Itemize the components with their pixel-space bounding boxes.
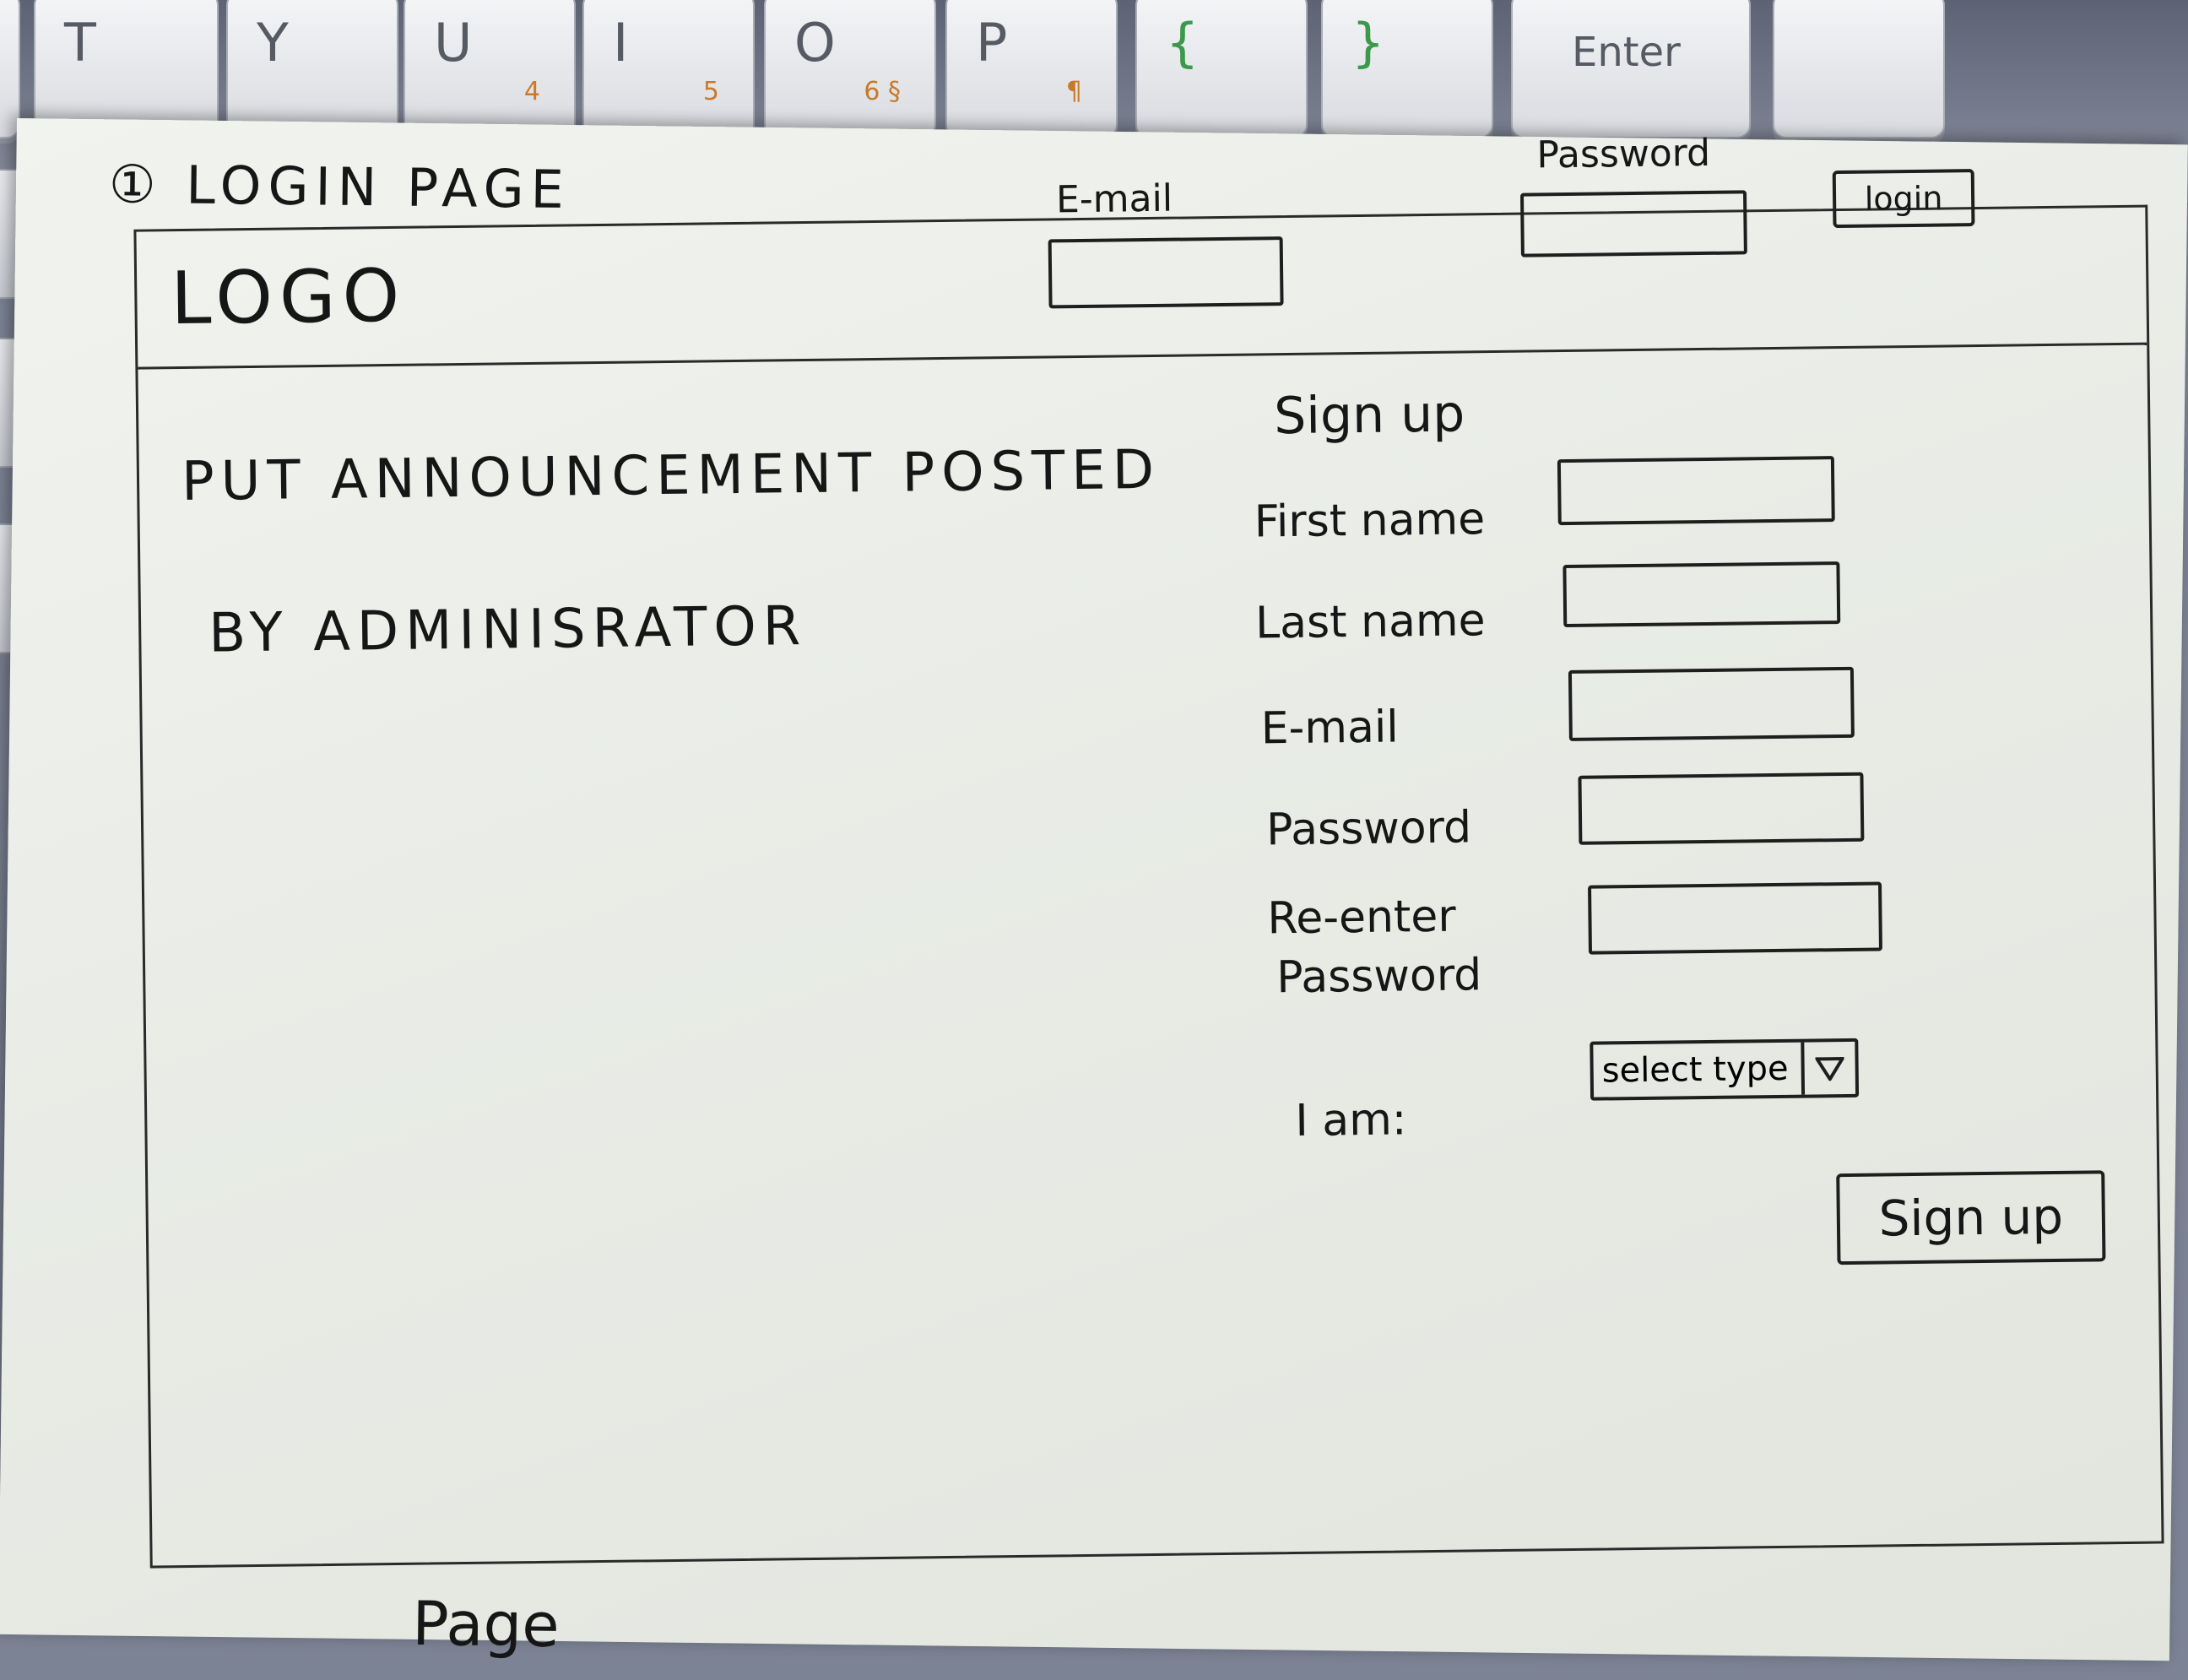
keyboard-key-i: I5 (582, 0, 755, 138)
last-name-input[interactable] (1562, 561, 1841, 628)
header-password-label: Password (1536, 131, 1711, 177)
browser-frame: LOGO E-mail Password login PUT ANNOUNCEM… (133, 132, 2164, 1569)
reenter-password-input[interactable] (1588, 881, 1882, 955)
header-email-label: E-mail (1055, 176, 1173, 222)
key-sub: ¶ (1065, 77, 1082, 106)
reenter-password-label-line-1: Re-enter (1267, 891, 1457, 945)
dropdown-arrow-icon[interactable] (1801, 1041, 1856, 1095)
signup-email-label: E-mail (1260, 702, 1400, 755)
keyboard-key-brace-close: } (1321, 0, 1493, 138)
last-name-label: Last name (1254, 595, 1486, 649)
signup-password-label: Password (1265, 802, 1472, 856)
signup-email-input[interactable] (1568, 666, 1855, 741)
reenter-password-label-line-2: Password (1275, 950, 1482, 1004)
next-page-label: Page (411, 1587, 561, 1661)
i-am-label: I am: (1295, 1094, 1407, 1146)
key-glyph: } (1351, 12, 1385, 73)
announcement-line-1: PUT ANNOUNCEMENT POSTED (181, 438, 1162, 514)
key-glyph: T (64, 12, 96, 73)
header-divider (138, 342, 2147, 370)
key-glyph: P (976, 12, 1008, 73)
keyboard-key-o: O 6 § (764, 0, 936, 138)
signup-password-input[interactable] (1578, 772, 1865, 845)
user-type-select[interactable]: select type (1590, 1038, 1860, 1101)
header-email-input[interactable] (1048, 236, 1284, 309)
keyboard-key-t: T (34, 0, 219, 138)
key-glyph: I (613, 12, 629, 73)
key-sub: 5 (702, 77, 719, 106)
keyboard-key-y: Y (226, 0, 398, 138)
keyboard-key-enter: Enter (1511, 0, 1751, 138)
page-label: ① LOGIN PAGE (108, 153, 571, 221)
first-name-label: First name (1254, 494, 1486, 548)
paper-sketch: ① LOGIN PAGE LOGO E-mail Password login … (0, 118, 2188, 1661)
keyboard-key-p: P ¶ (945, 0, 1118, 138)
keyboard-key-u: U4 (403, 0, 576, 138)
key-glyph: Enter (1572, 29, 1681, 76)
key-sub: 4 (523, 77, 540, 106)
key-glyph: { (1166, 12, 1200, 73)
key-sub: 6 § (864, 77, 901, 106)
signup-submit-button[interactable]: Sign up (1836, 1170, 2106, 1265)
header-password-input[interactable] (1519, 190, 1747, 257)
key-glyph: U (434, 12, 473, 73)
keyboard-key-brace-open: { (1135, 0, 1308, 138)
key-glyph: O (794, 12, 836, 73)
user-type-select-value: select type (1601, 1049, 1789, 1091)
login-button[interactable]: login (1832, 169, 1975, 229)
key-glyph: Y (257, 12, 289, 73)
logo: LOGO (170, 253, 407, 342)
first-name-input[interactable] (1557, 456, 1835, 526)
keyboard-key (1773, 0, 1945, 138)
announcement-line-2: BY ADMINISRATOR (208, 594, 808, 665)
signup-title: Sign up (1273, 384, 1465, 447)
